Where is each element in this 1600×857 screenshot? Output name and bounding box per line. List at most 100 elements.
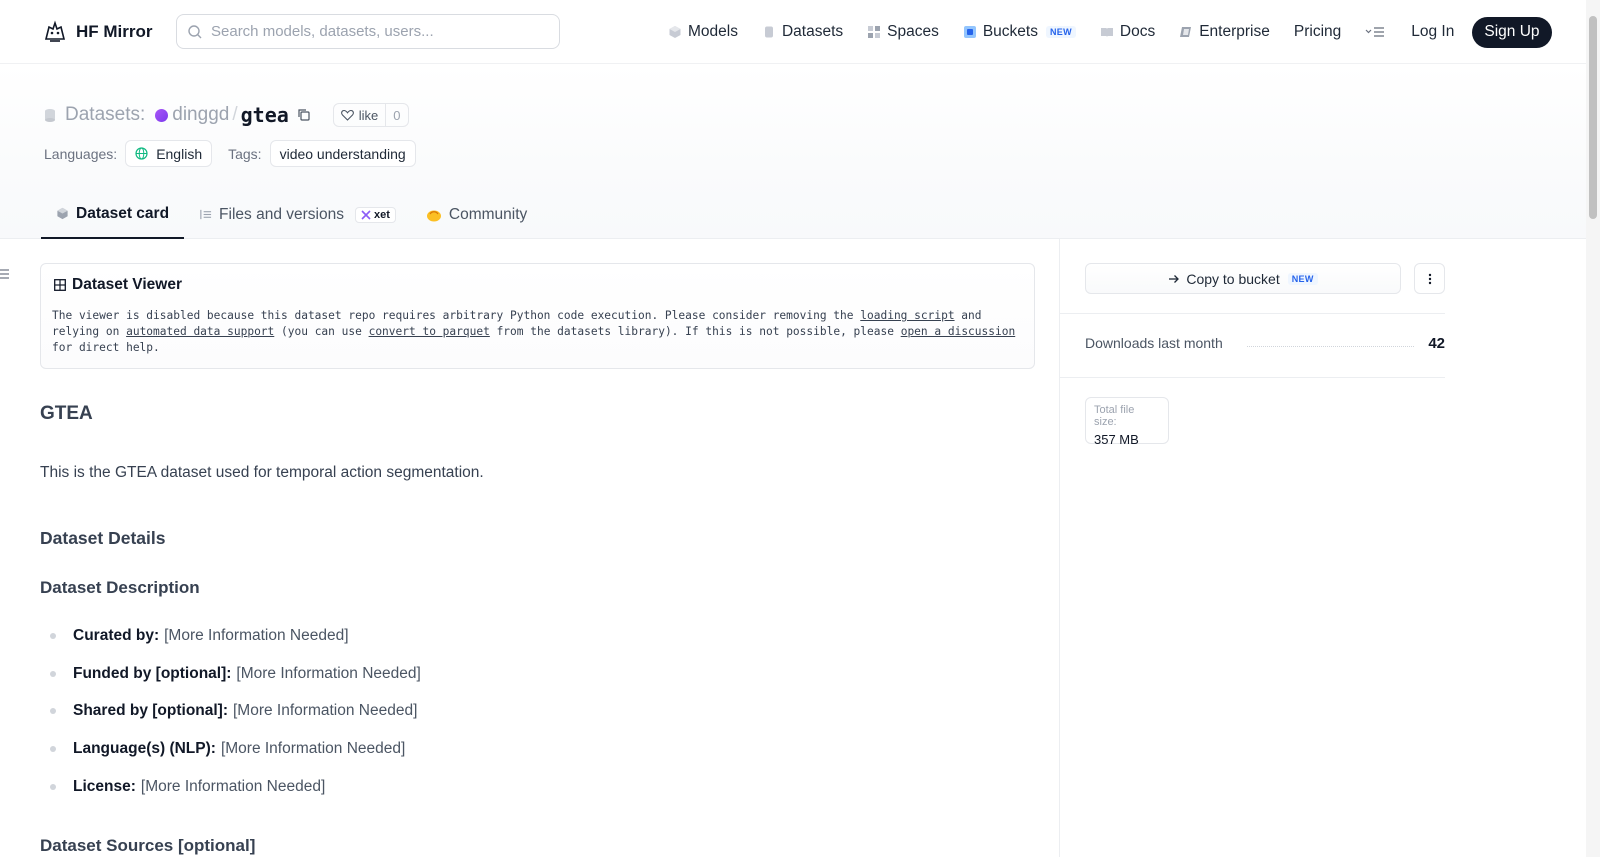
xet-label: xet xyxy=(373,208,390,221)
more-options-button[interactable] xyxy=(1414,263,1445,294)
copy-to-bucket-label: Copy to bucket xyxy=(1186,270,1280,287)
right-sidebar: Copy to bucket NEW Downloads last month … xyxy=(1059,239,1586,857)
nav-datasets[interactable]: Datasets xyxy=(762,23,843,41)
downloads-sparkline xyxy=(1246,345,1415,347)
divider xyxy=(1060,377,1445,378)
list-item: Language(s) (NLP): [More Information Need… xyxy=(40,740,405,758)
nav-datasets-label: Datasets xyxy=(781,23,844,40)
tab-files-label: Files and versions xyxy=(219,205,344,223)
dataset-viewer-title: Dataset Viewer xyxy=(54,276,182,294)
nav-buckets[interactable]: Buckets NEW xyxy=(963,23,1076,41)
list-item: License: [More Information Needed] xyxy=(40,778,325,796)
item-label: License: xyxy=(73,778,136,795)
nav-enterprise-label: Enterprise xyxy=(1199,23,1270,40)
top-navbar: HF Mirror Models Datasets Spaces Buckets… xyxy=(0,0,1586,64)
repo-name[interactable]: gtea xyxy=(241,103,289,127)
downloads-count: 42 xyxy=(1428,334,1445,352)
xet-icon xyxy=(361,209,371,220)
tab-files-and-versions[interactable]: Files and versions xet xyxy=(184,190,411,239)
nav-spaces[interactable]: Spaces xyxy=(867,23,939,41)
automated-data-support-link[interactable]: automated data support xyxy=(126,325,274,338)
tab-community-label: Community xyxy=(448,205,528,223)
item-value: [More Information Needed] xyxy=(164,627,349,644)
language-tag[interactable]: English xyxy=(125,140,213,167)
nav-links: Models Datasets Spaces Buckets NEW Docs … xyxy=(668,16,1552,48)
bucket-icon xyxy=(963,26,976,38)
search-input[interactable] xyxy=(211,23,541,40)
nav-docs-label: Docs xyxy=(1119,23,1156,40)
total-file-size-card: Total file size: 357 MB xyxy=(1085,397,1169,447)
item-label: Funded by [optional]: xyxy=(73,665,232,682)
viewer-msg-part: (you can use xyxy=(274,325,369,338)
table-icon xyxy=(54,279,66,291)
xet-badge: xet xyxy=(354,206,396,223)
community-hands-icon xyxy=(426,210,441,221)
item-label: Curated by: xyxy=(73,627,160,644)
copy-to-bucket-button[interactable]: Copy to bucket NEW xyxy=(1085,263,1401,294)
tags-row: Languages: English Tags: video understan… xyxy=(44,140,416,167)
copy-icon[interactable] xyxy=(297,108,311,122)
search-icon xyxy=(188,24,202,38)
nav-pricing-label: Pricing xyxy=(1293,23,1342,40)
repo-title: Datasets: dinggd / gtea like 0 xyxy=(44,102,409,128)
language-tag-label: English xyxy=(156,145,203,162)
repo-type-label[interactable]: Datasets: xyxy=(65,104,145,126)
nav-buckets-label: Buckets xyxy=(982,23,1038,40)
brand-link[interactable]: HF Mirror xyxy=(42,19,153,45)
item-value: [More Information Needed] xyxy=(220,740,406,757)
dataset-viewer-title-text: Dataset Viewer xyxy=(72,276,182,293)
like-button[interactable]: like xyxy=(334,104,387,126)
tab-community[interactable]: Community xyxy=(411,190,542,239)
tab-dataset-card-label: Dataset card xyxy=(76,204,170,222)
convert-to-parquet-link[interactable]: convert to parquet xyxy=(369,325,490,338)
enterprise-icon xyxy=(1180,27,1192,37)
new-badge: NEW xyxy=(1045,26,1076,38)
nav-models[interactable]: Models xyxy=(668,23,738,41)
heading-dataset-description: Dataset Description xyxy=(40,578,200,597)
heading-gtea: GTEA xyxy=(40,403,93,424)
nav-docs[interactable]: Docs xyxy=(1100,23,1155,41)
owner-avatar xyxy=(155,108,169,122)
item-value: [More Information Needed] xyxy=(140,778,326,795)
nav-pricing[interactable]: Pricing xyxy=(1294,23,1341,41)
heart-icon xyxy=(340,109,354,121)
spaces-grid-icon xyxy=(868,26,881,38)
dataset-viewer-panel: Dataset Viewer The viewer is disabled be… xyxy=(40,263,1035,369)
like-widget: like 0 xyxy=(332,103,409,127)
like-label: like xyxy=(358,107,379,123)
login-link[interactable]: Log In xyxy=(1411,23,1454,41)
nav-enterprise[interactable]: Enterprise xyxy=(1179,23,1270,41)
signup-button[interactable]: Sign Up xyxy=(1472,16,1552,48)
open-discussion-link[interactable]: open a discussion xyxy=(901,325,1016,338)
item-value: [More Information Needed] xyxy=(236,665,421,682)
tab-dataset-card[interactable]: Dataset card xyxy=(41,190,185,239)
like-count[interactable]: 0 xyxy=(386,108,407,123)
downloads-label: Downloads last month xyxy=(1085,335,1223,351)
file-size-label: Total file size: xyxy=(1094,404,1135,428)
search-box[interactable] xyxy=(176,14,560,49)
viewer-msg-part: from the datasets library). If this is n… xyxy=(489,325,901,338)
viewer-msg-part: The viewer is disabled because this data… xyxy=(52,309,861,322)
loading-script-link[interactable]: loading script xyxy=(860,309,954,322)
heading-dataset-sources: Dataset Sources [optional] xyxy=(40,836,256,855)
page-scrollbar[interactable] xyxy=(1586,0,1600,857)
file-tree-icon xyxy=(200,209,212,220)
brand-name: HF Mirror xyxy=(76,22,153,41)
book-icon xyxy=(1100,28,1113,37)
item-label: Language(s) (NLP): xyxy=(73,740,216,757)
repo-owner[interactable]: dinggd xyxy=(172,104,229,126)
kebab-menu-icon xyxy=(1428,273,1431,284)
arrow-right-icon xyxy=(1169,274,1180,283)
globe-icon xyxy=(135,147,148,160)
repo-tabs: Dataset card Files and versions xet Comm… xyxy=(41,190,542,239)
downloads-stat: Downloads last month 42 xyxy=(1085,331,1445,355)
scrollbar-thumb[interactable] xyxy=(1589,16,1597,219)
table-of-contents-icon[interactable] xyxy=(0,268,9,280)
database-icon xyxy=(764,26,773,38)
topic-tag[interactable]: video understanding xyxy=(269,140,416,167)
heading-dataset-details: Dataset Details xyxy=(40,528,166,548)
list-item: Shared by [optional]: [More Information N… xyxy=(40,702,417,720)
intro-paragraph: This is the GTEA dataset used for tempor… xyxy=(40,464,484,481)
repo-header: Datasets: dinggd / gtea like 0 Languages… xyxy=(0,64,1586,239)
more-menu-button[interactable] xyxy=(1365,26,1385,38)
